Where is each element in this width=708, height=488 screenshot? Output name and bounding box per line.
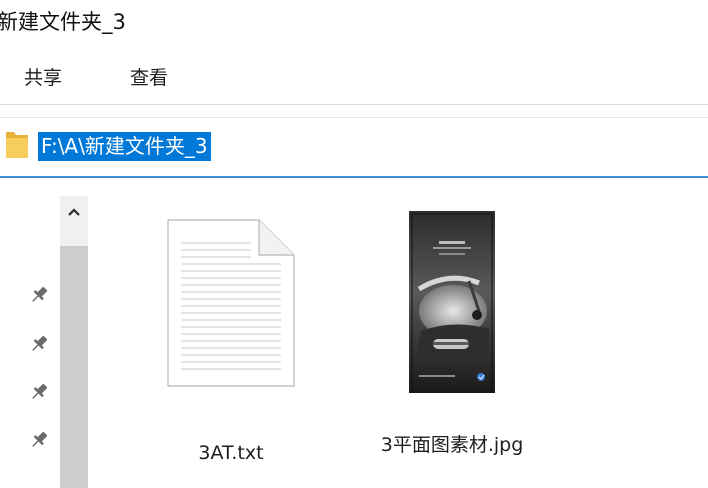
title-bar: 新建文件夹_3 [0,0,708,44]
window-title: 新建文件夹_3 [0,10,126,34]
scroll-up-button[interactable] [60,196,88,228]
navigation-pane [0,178,100,488]
image-thumbnail [409,211,495,393]
pin-icon[interactable] [28,333,50,355]
pin-icon[interactable] [28,284,50,306]
tab-view[interactable]: 查看 [130,65,168,91]
file-name: 3平面图素材.jpg [380,434,524,456]
ribbon: 共享 查看 [0,52,708,102]
tab-share[interactable]: 共享 [24,65,62,91]
address-bar[interactable]: F:\A\新建文件夹_3 [0,117,708,178]
file-item[interactable]: 3平面图素材.jpg [362,208,562,456]
ribbon-divider [0,104,708,105]
pin-icon[interactable] [28,381,50,403]
vertical-scrollbar[interactable] [60,196,88,488]
address-path-input[interactable]: F:\A\新建文件夹_3 [38,132,211,161]
file-list: 3AT.txt 3平面图素材.jpg [100,178,708,488]
folder-icon [6,132,28,158]
file-name: 3AT.txt [198,442,264,464]
scrollbar-thumb[interactable] [60,246,88,488]
pin-icon[interactable] [28,429,50,451]
text-file-icon [167,219,295,387]
file-item[interactable]: 3AT.txt [160,214,310,464]
address-bar-top-border [0,117,708,118]
chevron-up-icon [68,208,80,216]
